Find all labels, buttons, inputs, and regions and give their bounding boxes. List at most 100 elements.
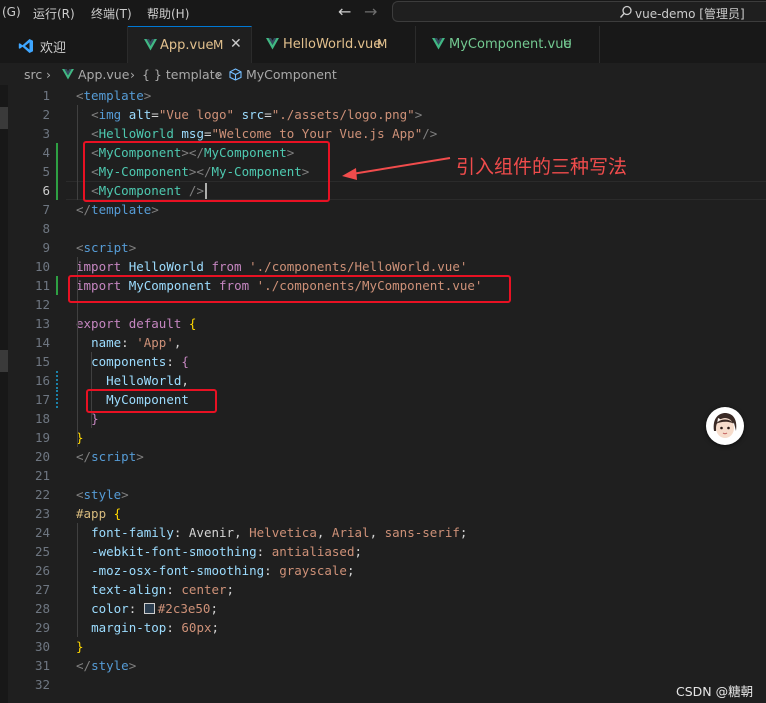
code-line[interactable]: 25 -webkit-font-smoothing: antialiased; <box>8 542 766 561</box>
breadcrumb-mycomponent[interactable]: MyComponent <box>246 67 337 82</box>
code-token: } <box>91 411 99 426</box>
title-bar: (G) 运行(R) 终端(T) 帮助(H) ← → vue-demo [管理员] <box>0 0 766 26</box>
code-token: > <box>128 658 137 673</box>
code-line[interactable]: 24 font-family: Avenir, Helvetica, Arial… <box>8 523 766 542</box>
code-token: #app <box>76 506 107 521</box>
code-line[interactable]: 10 import HelloWorld from './components/H… <box>8 257 766 276</box>
code-token: < <box>91 107 99 122</box>
forward-arrow-icon[interactable]: → <box>364 2 377 21</box>
command-center-search[interactable]: vue-demo [管理员] <box>392 1 766 22</box>
highlight-box-template-usage <box>83 141 330 202</box>
code-line[interactable]: 2 <img alt="Vue logo" src="./assets/logo… <box>8 105 766 124</box>
code-token: { <box>113 506 122 521</box>
breadcrumb: src › App.vue › { } template › MyCompone… <box>0 63 766 85</box>
line-number: 16 <box>34 373 50 388</box>
code-line[interactable]: 31 </style> <box>8 656 766 675</box>
code-line[interactable]: 1 <template> <box>8 86 766 105</box>
code-token: : <box>121 335 137 350</box>
code-line[interactable]: 27 text-align: center; <box>8 580 766 599</box>
code-line[interactable]: 8 <box>8 219 766 238</box>
code-text: export default { <box>76 316 196 331</box>
left-strip <box>0 85 8 703</box>
avatar[interactable] <box>706 407 744 445</box>
code-line[interactable]: 7 </template> <box>8 200 766 219</box>
line-number: 31 <box>34 658 50 673</box>
menu-run[interactable]: 运行(R) <box>33 5 75 22</box>
code-token: template <box>91 202 152 217</box>
line-number: 15 <box>34 354 50 369</box>
tab-welcome[interactable]: 欢迎 <box>0 26 128 63</box>
code-token: ; <box>226 582 235 597</box>
breadcrumb-src[interactable]: src <box>24 67 42 82</box>
code-line[interactable]: 30} <box>8 637 766 656</box>
git-change-marker[interactable] <box>56 371 58 390</box>
code-text: text-align: center; <box>76 582 234 597</box>
code-text: } <box>76 411 99 426</box>
breadcrumb-template[interactable]: { } template <box>142 67 222 82</box>
tab-helloworld-vue[interactable]: HelloWorld.vue M <box>252 26 416 63</box>
code-token: img <box>98 107 122 122</box>
code-token: name <box>91 335 122 350</box>
tab-app-vue[interactable]: App.vue M ✕ <box>128 26 252 63</box>
code-line[interactable]: 13 export default { <box>8 314 766 333</box>
breadcrumb-app-vue[interactable]: App.vue <box>78 67 129 82</box>
menu-go[interactable]: (G) <box>2 5 21 19</box>
back-arrow-icon[interactable]: ← <box>338 2 351 21</box>
git-change-marker[interactable] <box>56 143 58 162</box>
code-token: > <box>136 449 144 464</box>
code-line[interactable]: 22 <style> <box>8 485 766 504</box>
color-swatch[interactable] <box>143 603 155 614</box>
code-line[interactable]: 16 HelloWorld, <box>8 371 766 390</box>
code-line[interactable]: 20 </script> <box>8 447 766 466</box>
code-token: > <box>121 487 129 502</box>
code-line[interactable]: 9 <script> <box>8 238 766 257</box>
code-text: -moz-osx-font-smoothing: grayscale; <box>76 563 354 578</box>
code-token: : <box>256 544 272 559</box>
code-text: margin-top: 60px; <box>76 620 219 635</box>
menu-help[interactable]: 帮助(H) <box>147 5 189 22</box>
line-number: 18 <box>34 411 50 426</box>
strip-marker <box>0 107 8 129</box>
code-text: <HelloWorld msg="Welcome to Your Vue.js … <box>76 126 437 141</box>
avatar-face-icon <box>713 413 737 438</box>
code-line[interactable]: 15 components: { <box>8 352 766 371</box>
code-line[interactable]: 14 name: 'App', <box>8 333 766 352</box>
git-change-marker[interactable] <box>56 276 58 295</box>
code-token: , <box>173 335 182 350</box>
tab-mycomponent-vue[interactable]: MyComponent.vue U <box>416 26 600 63</box>
code-line[interactable]: 29 margin-top: 60px; <box>8 618 766 637</box>
code-text: </script> <box>76 449 144 464</box>
line-number: 1 <box>42 88 50 103</box>
code-line[interactable]: 26 -moz-osx-font-smoothing: grayscale; <box>8 561 766 580</box>
code-token: default <box>128 316 182 331</box>
line-number: 30 <box>34 639 50 654</box>
code-token: : <box>166 354 182 369</box>
code-line[interactable]: 19} <box>8 428 766 447</box>
code-line[interactable]: 32 <box>8 675 766 694</box>
code-line[interactable]: 28 color: #2c3e50; <box>8 599 766 618</box>
git-change-marker[interactable] <box>56 162 58 181</box>
line-number: 2 <box>42 107 50 122</box>
line-number: 7 <box>42 202 50 217</box>
code-line[interactable]: 23 #app { <box>8 504 766 523</box>
line-number: 12 <box>34 297 50 312</box>
code-token: "Welcome to Your Vue.js App" <box>211 126 423 141</box>
code-text: } <box>76 639 84 654</box>
menu-terminal[interactable]: 终端(T) <box>91 5 132 22</box>
git-change-marker[interactable] <box>56 181 58 200</box>
code-token: HelloWorld <box>106 373 182 388</box>
search-icon <box>619 5 632 18</box>
search-text: vue-demo [管理员] <box>635 7 745 21</box>
code-token: < <box>91 126 99 141</box>
code-text: <img alt="Vue logo" src="./assets/logo.p… <box>76 107 422 122</box>
code-token: text-align <box>91 582 167 597</box>
close-icon[interactable]: ✕ <box>230 36 242 52</box>
code-token: grayscale <box>279 563 347 578</box>
code-token: src <box>241 107 265 122</box>
code-token: > <box>143 88 152 103</box>
code-line[interactable]: 21 <box>8 466 766 485</box>
git-change-marker[interactable] <box>56 390 58 409</box>
line-number: 14 <box>34 335 50 350</box>
